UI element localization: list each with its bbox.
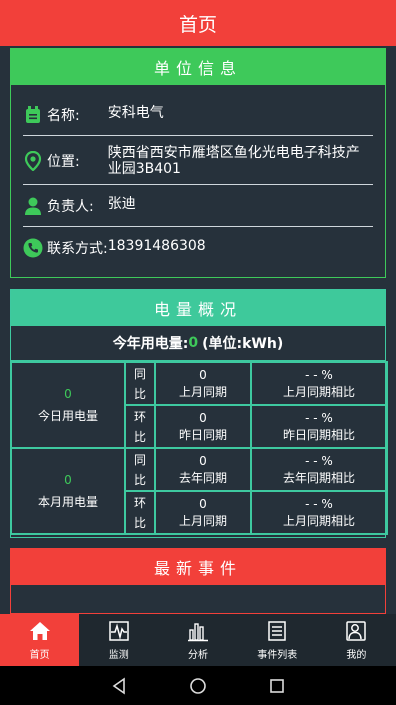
- month-yoy-value: 0: [199, 453, 207, 468]
- today-yoy-value: 0: [199, 367, 207, 382]
- unit-location-label: 位置:: [47, 154, 80, 170]
- divider: [23, 135, 373, 136]
- today-yoy-label: 同比: [124, 361, 156, 406]
- unit-location-value: 陕西省西安市雁塔区鱼化光电电子科技产业园3B401: [107, 145, 360, 177]
- home-icon: [29, 621, 50, 640]
- location-pin-icon: [24, 151, 42, 171]
- month-mom-pct-label: 上月同期相比: [282, 513, 355, 528]
- today-mom-pct-label: 昨日同期相比: [282, 427, 355, 442]
- unit-location-row: 位置: 陕西省西安市雁塔区鱼化光电电子科技产业园3B401: [23, 145, 373, 177]
- month-yoy-pct-cell: - - % 去年同期相比: [250, 447, 388, 492]
- unit-name-label: 名称:: [47, 108, 80, 124]
- today-consumption-value: 0: [64, 386, 72, 401]
- today-yoy-value-cell: 0 上月同期: [154, 361, 252, 406]
- unit-contact-label: 联系方式:: [47, 241, 108, 257]
- today-mom-pct-cell: - - % 昨日同期相比: [250, 404, 388, 449]
- building-icon: [26, 106, 40, 123]
- nav-item-home[interactable]: 首页: [0, 614, 80, 666]
- month-mom-label: 环比: [124, 490, 156, 535]
- today-yoy-pct-label: 上月同期相比: [282, 384, 355, 399]
- person-icon: [25, 197, 41, 215]
- month-mom-pct: - - %: [305, 496, 333, 511]
- nav-item-analysis[interactable]: 分析: [158, 614, 237, 666]
- events-card: 最新事件: [10, 548, 386, 614]
- month-yoy-pct: - - %: [305, 453, 333, 468]
- unit-name-value: 安科电气: [107, 105, 164, 121]
- header-bar: 首页: [0, 0, 396, 46]
- unit-manager-row: 负责人: 张迪: [23, 196, 373, 216]
- month-mom-value-cell: 0 上月同期: [154, 490, 252, 535]
- unit-manager-value: 张迪: [107, 196, 136, 212]
- events-title: 最新事件: [11, 549, 385, 585]
- unit-manager-label: 负责人:: [47, 199, 94, 215]
- year-consumption-value: 0: [188, 335, 199, 351]
- year-consumption-label: 今年用电量:: [112, 336, 189, 352]
- chart-icon: [188, 622, 208, 641]
- nav-label: 事件列表: [257, 649, 298, 661]
- month-yoy-label: 同比: [124, 447, 156, 492]
- month-consumption-label: 本月用电量: [37, 494, 98, 509]
- back-icon[interactable]: [110, 676, 128, 695]
- consumption-table: 0 今日用电量 同比 0 上月同期 - - % 上月同期相比 环比 0 昨日同期…: [10, 361, 388, 535]
- unit-name-row: 名称: 安科电气: [23, 105, 373, 125]
- today-yoy-pct: - - %: [305, 367, 333, 382]
- divider: [23, 184, 373, 185]
- year-consumption-unit: (单位:kWh): [202, 336, 284, 352]
- table-row: 0 今日用电量 同比 0 上月同期 - - % 上月同期相比: [10, 361, 388, 449]
- today-consumption-label: 今日用电量: [37, 408, 98, 423]
- unit-contact-value[interactable]: 18391486308: [108, 238, 206, 254]
- month-yoy-period: 去年同期: [178, 470, 227, 485]
- today-mom-period: 昨日同期: [178, 427, 227, 442]
- month-consumption-cell: 0 本月用电量: [10, 447, 126, 535]
- month-yoy-pct-label: 去年同期相比: [282, 470, 355, 485]
- nav-label: 我的: [346, 649, 367, 661]
- today-mom-value-cell: 0 昨日同期: [154, 404, 252, 449]
- today-mom-label: 环比: [124, 404, 156, 449]
- nav-item-profile[interactable]: 我的: [317, 614, 396, 666]
- nav-item-monitor[interactable]: 监测: [79, 614, 158, 666]
- nav-label: 分析: [188, 649, 208, 661]
- nav-label: 首页: [29, 649, 50, 661]
- system-nav-bar: [0, 666, 396, 705]
- today-yoy-pct-cell: - - % 上月同期相比: [250, 361, 388, 406]
- year-consumption: 今年用电量: 0 (单位:kWh): [11, 326, 385, 361]
- bottom-nav: 首页 监测 分析 事件列表 我的: [0, 614, 396, 666]
- monitor-icon: [109, 620, 129, 641]
- profile-icon: [346, 620, 367, 641]
- nav-item-events[interactable]: 事件列表: [238, 614, 317, 666]
- today-mom-pct: - - %: [305, 410, 333, 425]
- unit-info-card: 单位信息 名称: 安科电气 位置: 陕西省西安市雁塔区鱼化光电电子科技产业园3B…: [10, 48, 386, 278]
- table-row: 0 本月用电量 同比 0 去年同期 - - % 去年同期相比: [10, 447, 388, 535]
- month-mom-value: 0: [199, 496, 207, 511]
- recents-icon[interactable]: [268, 677, 286, 695]
- page-title: 首页: [178, 13, 217, 36]
- phone-icon: [23, 238, 43, 258]
- month-mom-pct-cell: - - % 上月同期相比: [250, 490, 388, 535]
- unit-info-title: 单位信息: [11, 49, 385, 85]
- month-consumption-value: 0: [64, 472, 72, 487]
- today-consumption-cell: 0 今日用电量: [10, 361, 126, 449]
- unit-contact-row: 联系方式: 18391486308: [23, 238, 373, 258]
- nav-label: 监测: [108, 649, 129, 661]
- month-yoy-value-cell: 0 去年同期: [154, 447, 252, 492]
- home-circle-icon[interactable]: [189, 677, 207, 695]
- power-overview-card: 电量概况 今年用电量: 0 (单位:kWh) 0 今日用电量 同比 0 上月同期…: [10, 289, 388, 538]
- divider: [23, 226, 373, 227]
- list-icon: [268, 620, 286, 641]
- power-overview-title: 电量概况: [11, 290, 385, 326]
- today-mom-value: 0: [199, 410, 207, 425]
- today-yoy-period: 上月同期: [178, 384, 227, 399]
- month-mom-period: 上月同期: [178, 513, 227, 528]
